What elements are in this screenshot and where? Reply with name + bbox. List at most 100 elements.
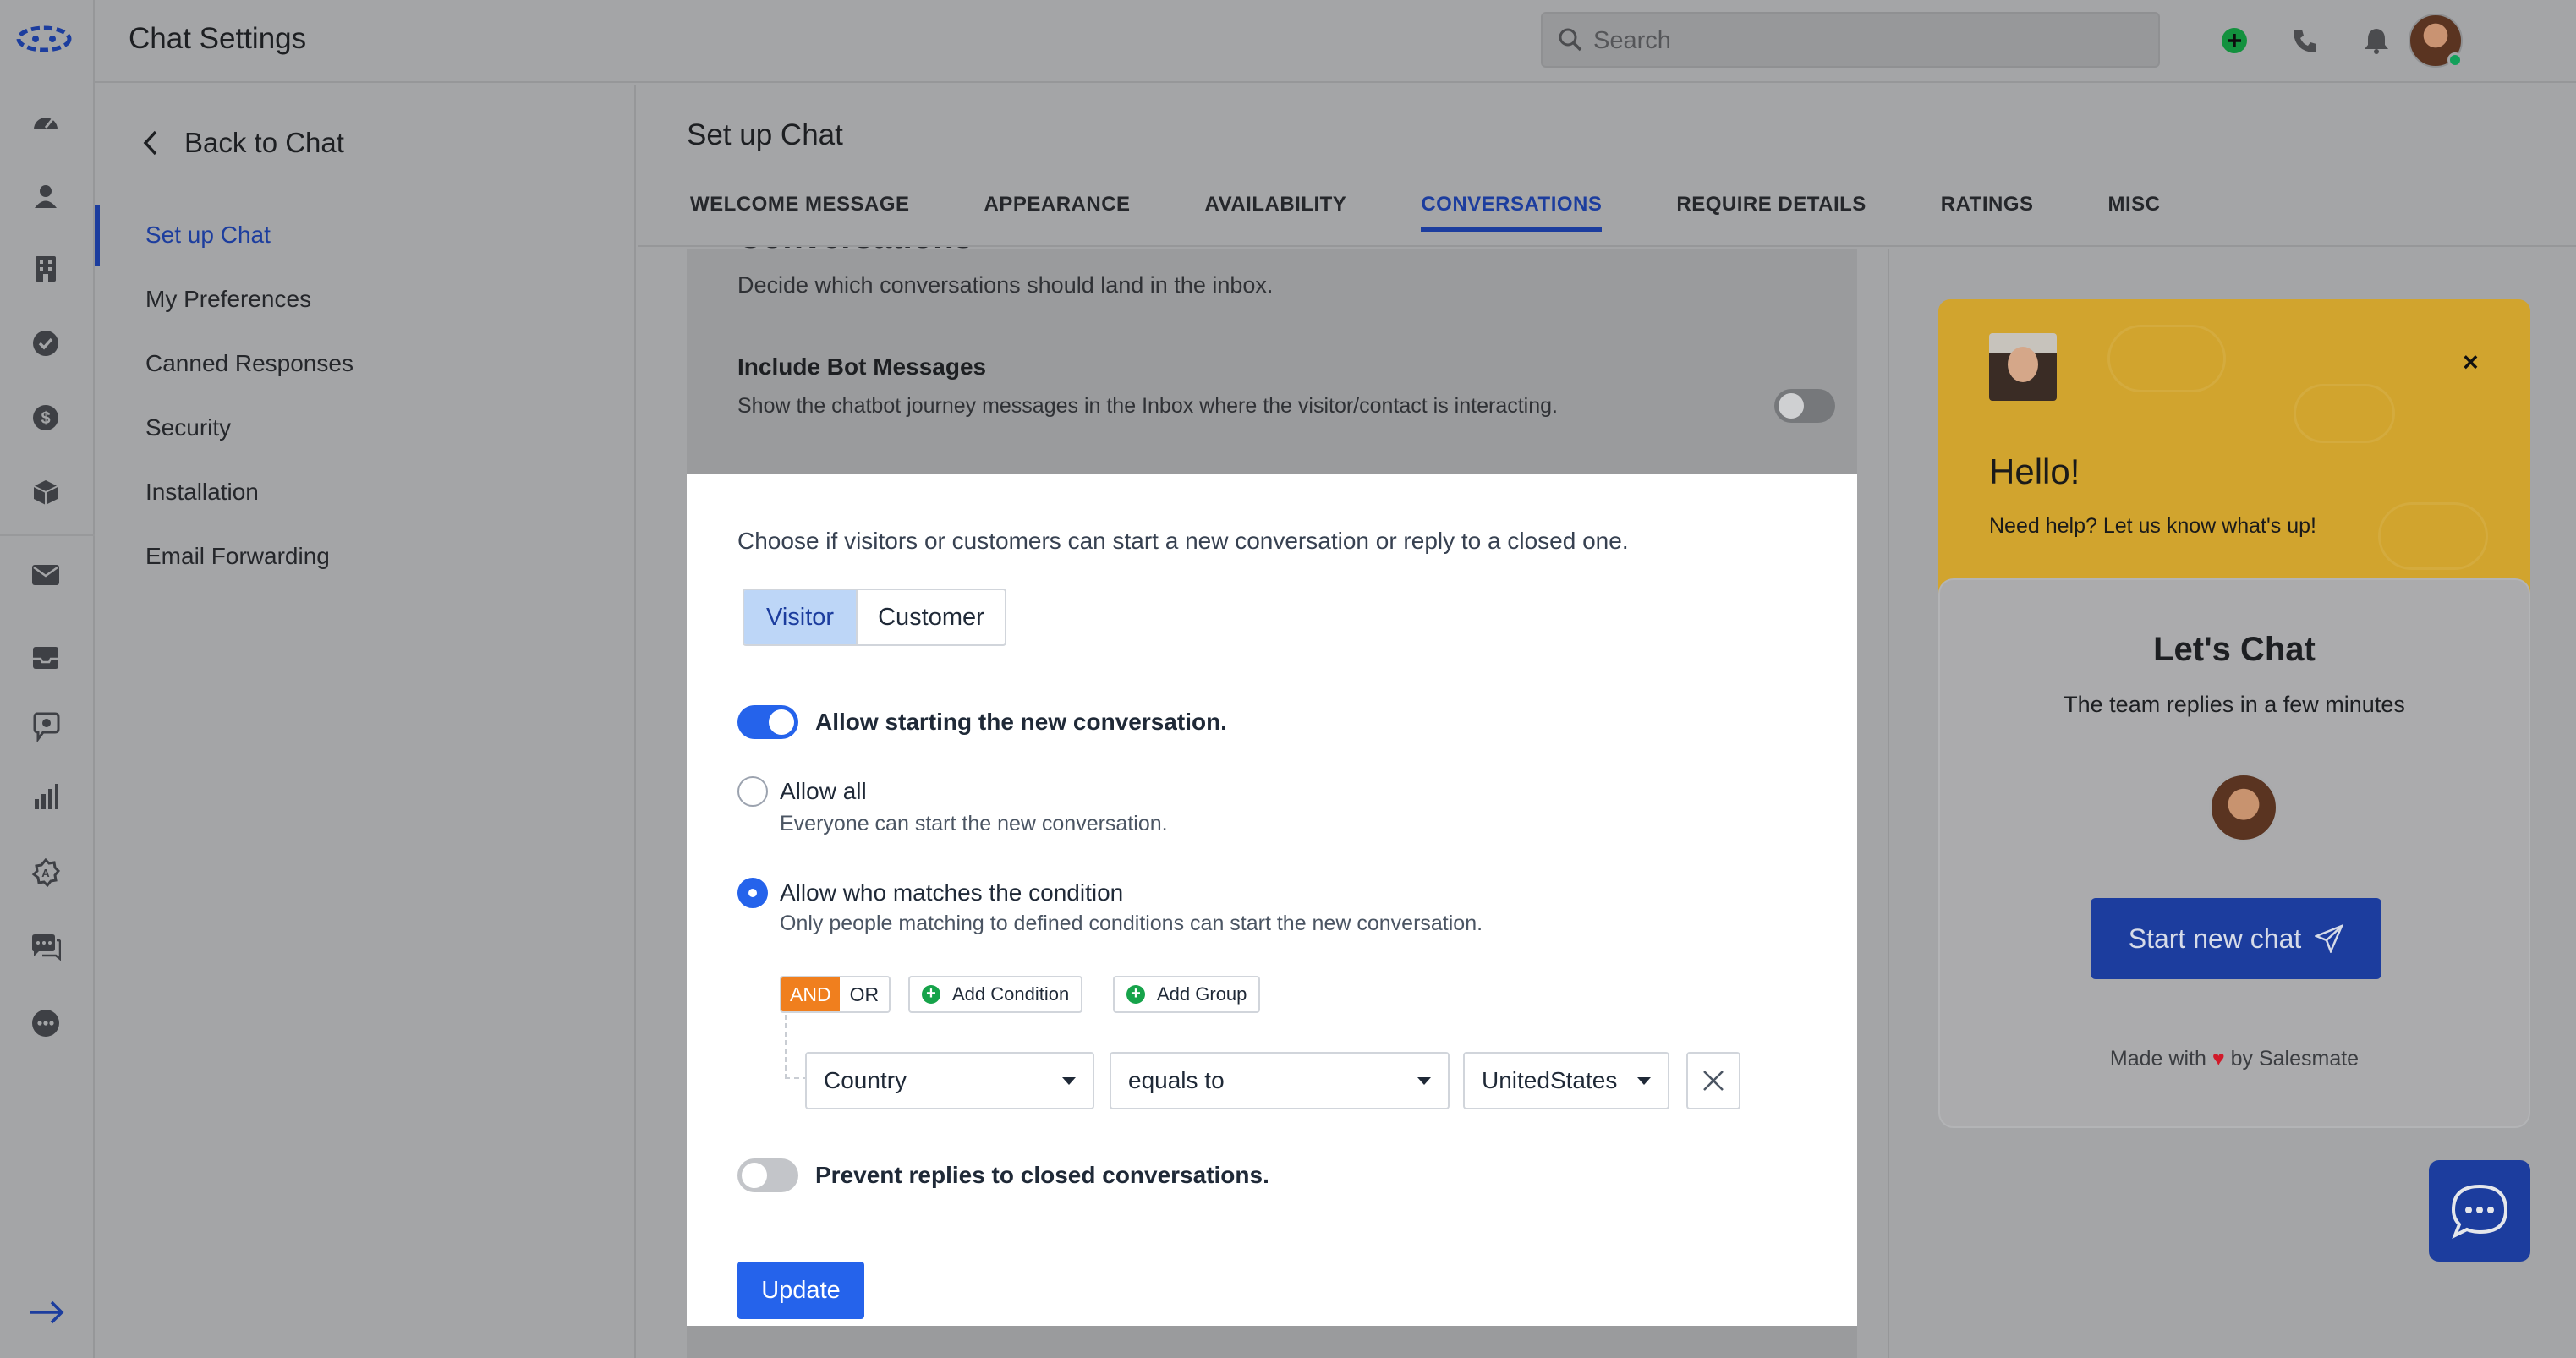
allow-condition-description: Only people matching to defined conditio…	[780, 912, 1483, 935]
top-bar: Chat Settings ?	[95, 0, 2576, 83]
search-input[interactable]	[1593, 22, 2135, 59]
logic-operator-toggle: AND OR	[780, 976, 891, 1013]
chat-launcher-button[interactable]	[2429, 1160, 2530, 1262]
allow-all-radio[interactable]	[737, 776, 768, 807]
and-operator-button[interactable]: AND	[781, 977, 840, 1011]
chevron-left-icon	[143, 130, 157, 156]
tab-ratings[interactable]: RATINGS	[1941, 193, 2034, 232]
email-icon[interactable]	[29, 558, 63, 592]
sidebar-item-installation[interactable]: Installation	[145, 479, 259, 506]
allow-all-label[interactable]: Allow all	[780, 778, 867, 805]
app-title: Chat Settings	[129, 22, 307, 55]
chat-bubble-icon	[2451, 1184, 2508, 1239]
back-to-chat-link[interactable]: Back to Chat	[142, 127, 344, 159]
user-avatar[interactable]	[2409, 14, 2463, 68]
widget-chat-card: Let's Chat The team replies in a few min…	[1938, 578, 2530, 1128]
condition-operator-value: equals to	[1128, 1067, 1225, 1093]
widget-card-title: Let's Chat	[2153, 631, 2316, 668]
panel-description: Choose if visitors or customers can star…	[737, 528, 1629, 554]
companies-icon[interactable]	[29, 252, 63, 286]
plus-icon: +	[922, 985, 940, 1004]
allow-all-description: Everyone can start the new conversation.	[780, 812, 1168, 835]
bot-messages-toggle[interactable]	[1774, 389, 1835, 423]
tab-availability[interactable]: AVAILABILITY	[1205, 193, 1347, 232]
active-indicator	[95, 205, 100, 266]
dashboard-icon[interactable]	[29, 105, 63, 139]
automation-icon[interactable]: A	[29, 856, 63, 890]
svg-text:A: A	[41, 867, 50, 879]
agent-avatar	[2209, 773, 2278, 842]
add-group-button[interactable]: + Add Group	[1113, 976, 1261, 1013]
tab-welcome-message[interactable]: WELCOME MESSAGE	[690, 193, 910, 232]
inbox-icon[interactable]	[29, 641, 63, 675]
segment-visitor[interactable]: Visitor	[744, 590, 858, 644]
reports-icon[interactable]	[29, 780, 63, 813]
or-operator-button[interactable]: OR	[839, 977, 890, 1011]
allow-condition-label[interactable]: Allow who matches the condition	[780, 879, 1123, 906]
update-button[interactable]: Update	[737, 1262, 864, 1319]
tab-conversations[interactable]: CONVERSATIONS	[1421, 193, 1603, 232]
allow-condition-radio[interactable]	[737, 878, 768, 908]
tasks-icon[interactable]	[29, 326, 63, 360]
sidebar-item-my-preferences[interactable]: My Preferences	[145, 286, 311, 313]
caret-down-icon	[1062, 1077, 1076, 1085]
contacts-icon[interactable]	[29, 179, 63, 213]
sidebar-item-email-forwarding[interactable]: Email Forwarding	[145, 543, 330, 570]
tab-require-details[interactable]: REQUIRE DETAILS	[1676, 193, 1866, 232]
chat-bot-icon[interactable]	[29, 710, 63, 744]
prevent-replies-toggle[interactable]	[737, 1158, 798, 1192]
segment-customer[interactable]: Customer	[858, 590, 1005, 644]
allow-start-toggle[interactable]	[737, 705, 798, 739]
prevent-replies-label: Prevent replies to closed conversations.	[815, 1162, 1269, 1188]
start-new-chat-button[interactable]: Start new chat	[2091, 898, 2381, 979]
add-group-label: Add Group	[1157, 983, 1247, 1005]
close-icon	[1703, 1071, 1724, 1091]
remove-condition-button[interactable]	[1686, 1052, 1740, 1109]
audience-segmented-control: Visitor Customer	[743, 589, 1006, 646]
widget-header: × Hello! Need help? Let us know what's u…	[1938, 299, 2530, 604]
expand-icon[interactable]	[25, 1295, 68, 1329]
made-with-suffix: by Salesmate	[2230, 1047, 2360, 1071]
allow-start-label: Allow starting the new conversation.	[815, 709, 1227, 735]
page-title: Set up Chat	[687, 118, 843, 151]
search-icon	[1559, 28, 1582, 52]
agent-photo	[1989, 333, 2057, 401]
caret-down-icon	[1417, 1077, 1431, 1085]
deals-icon[interactable]: $	[29, 401, 63, 435]
condition-field-select[interactable]: Country	[805, 1052, 1094, 1109]
made-with-footer: Made with ♥ by Salesmate	[1940, 1047, 2529, 1071]
bot-messages-description: Show the chatbot journey messages in the…	[737, 394, 1558, 418]
header-pattern	[2294, 384, 2395, 443]
phone-icon[interactable]	[2288, 24, 2322, 57]
send-icon	[2315, 924, 2344, 953]
plus-icon: +	[1126, 985, 1145, 1004]
header-pattern	[2378, 502, 2488, 570]
widget-close-icon[interactable]: ×	[2463, 347, 2479, 378]
online-status-dot	[2447, 52, 2463, 68]
header-pattern	[2107, 325, 2226, 392]
salesmate-logo[interactable]	[15, 22, 73, 56]
start-new-chat-label: Start new chat	[2128, 923, 2302, 954]
heart-icon: ♥	[2212, 1047, 2225, 1071]
sidebar-item-canned-responses[interactable]: Canned Responses	[145, 350, 354, 377]
bell-icon[interactable]	[2360, 24, 2393, 57]
more-icon[interactable]	[29, 1006, 63, 1040]
search-box[interactable]	[1541, 12, 2160, 68]
condition-field-value: Country	[824, 1067, 907, 1093]
condition-value-select[interactable]: UnitedStates	[1463, 1052, 1669, 1109]
tab-appearance[interactable]: APPEARANCE	[984, 193, 1131, 232]
add-condition-button[interactable]: + Add Condition	[908, 976, 1083, 1013]
condition-operator-select[interactable]: equals to	[1110, 1052, 1450, 1109]
products-icon[interactable]	[29, 475, 63, 509]
rail-divider	[0, 534, 95, 536]
tab-misc[interactable]: MISC	[2108, 193, 2161, 232]
back-to-chat-label: Back to Chat	[184, 127, 344, 158]
widget-help-text: Need help? Let us know what's up!	[1989, 514, 2316, 538]
section-description: Decide which conversations should land i…	[737, 272, 1274, 298]
conversation-rules-panel: Choose if visitors or customers can star…	[687, 474, 1857, 1326]
chats-icon[interactable]	[29, 930, 63, 964]
add-icon[interactable]	[2217, 24, 2251, 57]
widget-greeting: Hello!	[1989, 452, 2080, 491]
sidebar-item-set-up-chat[interactable]: Set up Chat	[145, 222, 271, 249]
sidebar-item-security[interactable]: Security	[145, 414, 231, 441]
